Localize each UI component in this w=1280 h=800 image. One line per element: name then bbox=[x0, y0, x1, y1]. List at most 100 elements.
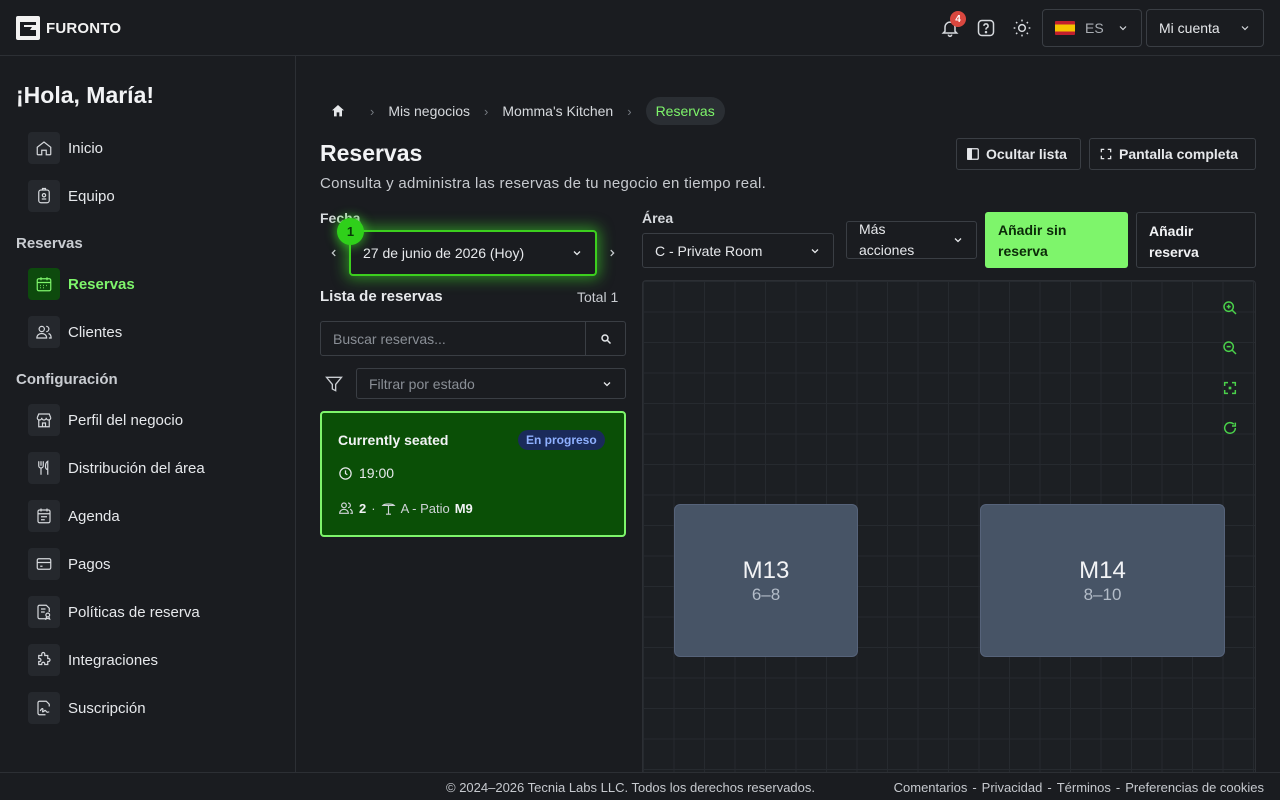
hide-list-button[interactable]: Ocultar lista bbox=[956, 138, 1081, 170]
more-actions-button[interactable]: Más acciones bbox=[846, 221, 977, 259]
add-walkin-label-2: reserva bbox=[998, 243, 1048, 259]
fit-screen-icon[interactable] bbox=[1221, 379, 1239, 397]
language-select[interactable]: ES bbox=[1042, 9, 1142, 47]
utensils-icon bbox=[28, 452, 60, 484]
table-capacity: 6–8 bbox=[751, 584, 781, 604]
home-icon[interactable] bbox=[320, 96, 356, 126]
floor-plan[interactable]: M13 6–8 M14 8–10 bbox=[642, 280, 1256, 772]
search-input[interactable] bbox=[321, 322, 585, 355]
next-day-button[interactable] bbox=[604, 244, 620, 262]
sidebar-item-reservas[interactable]: Reservas bbox=[28, 268, 135, 300]
breadcrumb: › Mis negocios › Momma's Kitchen › Reser… bbox=[320, 96, 725, 126]
sidebar-item-clientes[interactable]: Clientes bbox=[28, 316, 122, 348]
sidebar-item-agenda[interactable]: Agenda bbox=[28, 500, 120, 532]
footer-link-terminos[interactable]: Términos bbox=[1057, 780, 1111, 795]
chevron-right-icon: › bbox=[370, 103, 375, 119]
hide-list-label: Ocultar lista bbox=[986, 146, 1067, 162]
floor-table[interactable]: M14 8–10 bbox=[980, 504, 1225, 657]
fullscreen-button[interactable]: Pantalla completa bbox=[1089, 138, 1256, 170]
chevron-right-icon: › bbox=[627, 103, 632, 119]
more-actions-label: Más acciones bbox=[859, 221, 915, 258]
add-reservation-button[interactable]: Añadir reserva bbox=[1136, 212, 1256, 268]
chevron-down-icon bbox=[1241, 26, 1249, 31]
prev-day-button[interactable] bbox=[326, 244, 342, 262]
footer-links: Comentarios - Privacidad - Términos - Pr… bbox=[894, 780, 1264, 795]
users-icon bbox=[339, 502, 353, 514]
fullscreen-icon bbox=[1100, 148, 1112, 160]
search-icon bbox=[600, 333, 611, 344]
footer-link-cookies[interactable]: Preferencias de cookies bbox=[1125, 780, 1264, 795]
reservation-table: M9 bbox=[454, 500, 473, 516]
account-menu-button[interactable]: Mi cuenta bbox=[1146, 9, 1264, 47]
footer-separator: - bbox=[1115, 780, 1121, 795]
zoom-in-icon[interactable] bbox=[1221, 299, 1239, 317]
footer-link-privacidad[interactable]: Privacidad bbox=[982, 780, 1043, 795]
reservation-total: Total 1 bbox=[577, 289, 619, 305]
sidebar-item-equipo[interactable]: Equipo bbox=[28, 180, 115, 212]
status-filter-placeholder: Filtrar por estado bbox=[369, 375, 475, 392]
puzzle-icon bbox=[28, 644, 60, 676]
sidebar-item-label: Reservas bbox=[68, 275, 135, 293]
help-icon[interactable] bbox=[974, 16, 998, 40]
logo[interactable]: FURONTO bbox=[16, 16, 121, 40]
policy-icon bbox=[28, 596, 60, 628]
chevron-right-icon bbox=[610, 249, 615, 257]
add-walkin-button[interactable]: Añadir sin reserva bbox=[985, 212, 1128, 268]
sidebar-item-suscripcion[interactable]: Suscripción bbox=[28, 692, 146, 724]
sidebar-item-perfil[interactable]: Perfil del negocio bbox=[28, 404, 183, 436]
umbrella-table-icon bbox=[381, 502, 396, 515]
store-icon bbox=[28, 404, 60, 436]
status-filter-select[interactable]: Filtrar por estado bbox=[356, 368, 626, 399]
top-bar: FURONTO 4 ES Mi cuenta bbox=[0, 0, 1280, 56]
area-label: Área bbox=[642, 210, 674, 226]
filter-icon bbox=[324, 374, 344, 394]
table-capacity: 8–10 bbox=[1083, 584, 1122, 604]
language-label: ES bbox=[1085, 20, 1104, 36]
sidebar-item-politicas[interactable]: Políticas de reserva bbox=[28, 596, 200, 628]
area-select[interactable]: C - Private Room bbox=[642, 233, 834, 268]
reservation-area: A - Patio bbox=[400, 500, 450, 516]
sidebar-item-integraciones[interactable]: Integraciones bbox=[28, 644, 158, 676]
reservation-name: Currently seated bbox=[338, 432, 449, 448]
search-button[interactable] bbox=[585, 322, 625, 355]
sidebar-item-label: Distribución del área bbox=[68, 459, 205, 477]
notification-badge: 4 bbox=[950, 11, 966, 27]
sidebar-item-label: Integraciones bbox=[68, 651, 159, 669]
guest-count: 2 bbox=[359, 500, 367, 516]
sidebar-item-label: Perfil del negocio bbox=[68, 411, 184, 429]
date-select[interactable]: 27 de junio de 2026 (Hoy) bbox=[349, 230, 597, 276]
sun-icon[interactable] bbox=[1010, 16, 1034, 40]
separator-dot: · bbox=[371, 500, 376, 516]
reset-view-icon[interactable] bbox=[1221, 419, 1239, 437]
table-name: M14 bbox=[1079, 556, 1126, 584]
clock-icon bbox=[339, 466, 352, 480]
users-icon bbox=[28, 316, 60, 348]
breadcrumb-item[interactable]: Momma's Kitchen bbox=[502, 103, 613, 119]
section-heading-configuracion: Configuración bbox=[16, 371, 118, 388]
page-subtitle: Consulta y administra las reservas de tu… bbox=[320, 175, 767, 192]
floor-table[interactable]: M13 6–8 bbox=[674, 504, 858, 657]
sidebar: ¡Hola, María! Inicio Equipo Reservas Res… bbox=[0, 56, 296, 772]
status-badge: En progreso bbox=[518, 430, 605, 450]
sidebar-item-distribucion[interactable]: Distribución del área bbox=[28, 452, 205, 484]
breadcrumb-item[interactable]: Mis negocios bbox=[388, 103, 470, 119]
logo-text: FURONTO bbox=[46, 19, 122, 37]
area-value: C - Private Room bbox=[655, 242, 763, 259]
section-heading-reservas: Reservas bbox=[16, 235, 83, 252]
spain-flag-icon bbox=[1055, 21, 1075, 35]
footer-link-comentarios[interactable]: Comentarios bbox=[894, 780, 968, 795]
zoom-out-icon[interactable] bbox=[1221, 339, 1239, 357]
agenda-icon bbox=[28, 500, 60, 532]
sidebar-item-label: Pagos bbox=[68, 555, 111, 573]
sidebar-panel-icon bbox=[967, 148, 979, 160]
date-value: 27 de junio de 2026 (Hoy) bbox=[363, 245, 525, 261]
sidebar-item-pagos[interactable]: Pagos bbox=[28, 548, 111, 580]
chevron-down-icon bbox=[603, 381, 611, 386]
greeting: ¡Hola, María! bbox=[16, 82, 155, 108]
reservation-time: 19:00 bbox=[338, 465, 394, 481]
add-walkin-label-1: Añadir sin bbox=[998, 222, 1067, 238]
footer-separator: - bbox=[1047, 780, 1052, 795]
reservation-card[interactable]: Currently seated En progreso 19:00 2 · A… bbox=[320, 411, 626, 537]
chevron-down-icon bbox=[1119, 26, 1127, 31]
sidebar-item-inicio[interactable]: Inicio bbox=[28, 132, 103, 164]
